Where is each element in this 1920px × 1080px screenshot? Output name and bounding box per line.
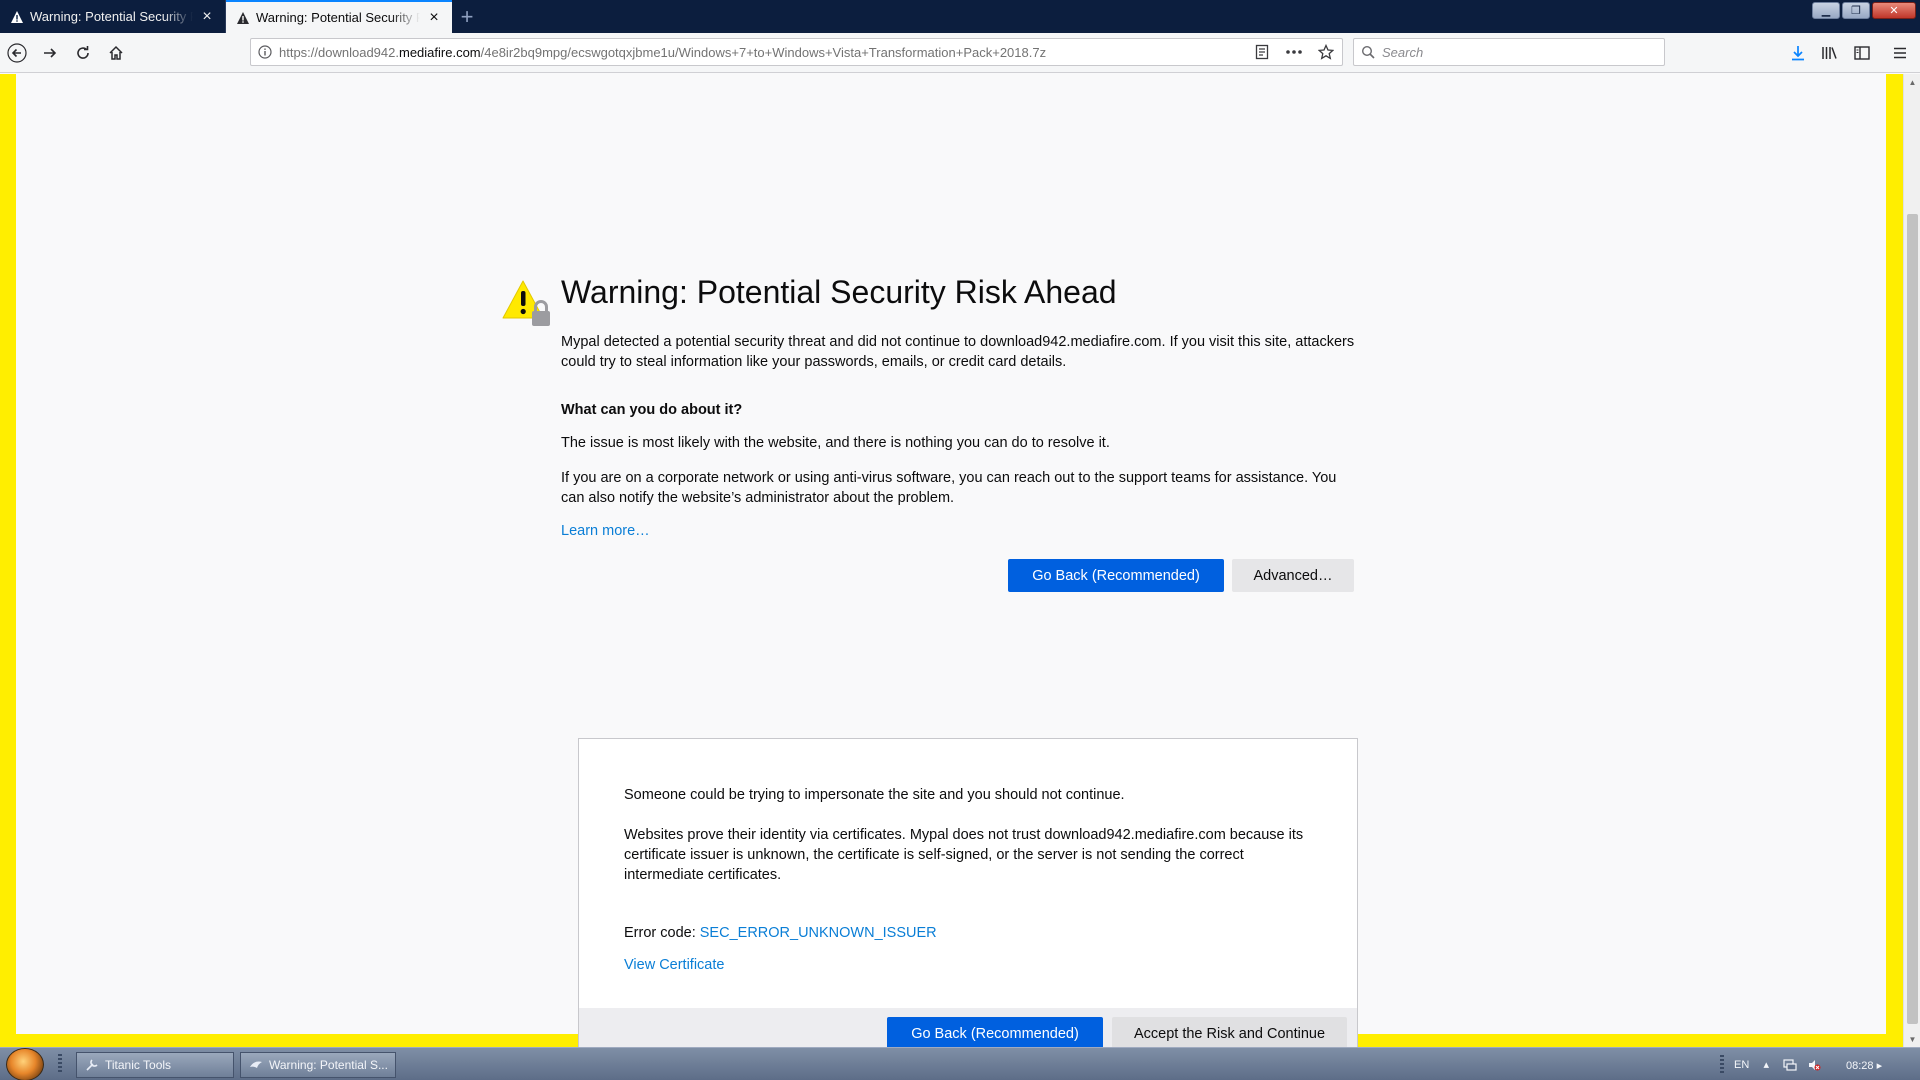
tab-warning-1[interactable]: Warning: Potential Security Risk Ahead × — [0, 0, 226, 33]
resolution-text-2: If you are on a corporate network or usi… — [561, 470, 1337, 506]
warning-section: Warning: Potential Security Risk Ahead M… — [502, 272, 1361, 592]
language-indicator[interactable]: EN — [1734, 1059, 1749, 1071]
download-arrow-icon — [1792, 46, 1804, 61]
page-title: Warning: Potential Security Risk Ahead — [561, 274, 1117, 310]
primary-button-row: Go Back (Recommended) Advanced… — [561, 559, 1354, 592]
tab-strip-empty-area — [482, 0, 1812, 33]
page-content: Warning: Potential Security Risk Ahead M… — [16, 74, 1886, 1060]
sidebar-icon — [1854, 46, 1870, 60]
vertical-scrollbar[interactable]: ▲ ▼ — [1903, 74, 1920, 1047]
back-arrow-icon — [7, 42, 27, 63]
warning-lock-icon — [501, 278, 551, 328]
close-tab-icon[interactable]: × — [426, 9, 442, 26]
scroll-down-arrow-icon[interactable]: ▼ — [1904, 1031, 1920, 1047]
go-back-button-secondary[interactable]: Go Back (Recommended) — [887, 1017, 1103, 1050]
home-button[interactable] — [100, 37, 132, 69]
scroll-up-arrow-icon[interactable]: ▲ — [1904, 74, 1920, 90]
advanced-button[interactable]: Advanced… — [1232, 559, 1354, 592]
reader-view-button[interactable] — [1246, 38, 1278, 66]
forward-button[interactable] — [34, 37, 66, 69]
learn-more-link[interactable]: Learn more… — [561, 523, 1361, 539]
error-code-label: Error code: — [624, 925, 696, 941]
downloads-button[interactable] — [1782, 37, 1814, 69]
tray-grip[interactable] — [1720, 1054, 1724, 1075]
reload-button[interactable] — [67, 37, 99, 69]
url-prefix: https://download942. — [279, 44, 399, 60]
accept-risk-button[interactable]: Accept the Risk and Continue — [1112, 1017, 1347, 1050]
more-horizontal-icon — [1286, 50, 1302, 54]
show-hidden-icons-arrow-icon[interactable]: ▴ — [1759, 1058, 1773, 1072]
advanced-panel: Someone could be trying to impersonate t… — [578, 738, 1358, 1060]
forward-arrow-icon — [44, 47, 57, 58]
close-window-button[interactable]: ✕ — [1872, 2, 1916, 19]
tab-title: Warning: Potential Security Risk Ahead — [30, 9, 193, 24]
tool-app-icon — [85, 1058, 99, 1072]
url-domain: mediafire.com — [398, 44, 481, 60]
home-icon — [109, 45, 123, 60]
warning-icon — [236, 11, 250, 25]
taskbar-item-titanic-tools[interactable]: Titanic Tools — [76, 1052, 234, 1078]
taskbar-item-browser[interactable]: Warning: Potential S... — [240, 1052, 396, 1078]
system-tray: EN ▴ — [1720, 1048, 1821, 1080]
sidebar-button[interactable] — [1846, 37, 1878, 69]
search-bar[interactable]: Search — [1353, 38, 1665, 66]
error-code-link[interactable]: SEC_ERROR_UNKNOWN_ISSUER — [700, 925, 937, 941]
go-back-button[interactable]: Go Back (Recommended) — [1008, 559, 1224, 592]
tab-warning-2[interactable]: Warning: Potential Security Risk Ahead × — [226, 0, 452, 33]
warning-intro-text: Mypal detected a potential security thre… — [561, 334, 1355, 370]
menu-button[interactable] — [1884, 37, 1916, 69]
star-icon — [1318, 44, 1334, 60]
site-info-icon[interactable] — [251, 45, 279, 59]
page-actions-button[interactable] — [1278, 38, 1310, 66]
navigation-toolbar: https://download942.mediafire.com/4e8ir2… — [0, 33, 1920, 73]
advanced-panel-body: Someone could be trying to impersonate t… — [579, 739, 1357, 973]
page-border: Warning: Potential Security Risk Ahead M… — [0, 74, 1920, 1060]
taskbar-item-label: Warning: Potential S... — [269, 1058, 388, 1072]
bookmark-star-button[interactable] — [1310, 38, 1342, 66]
taskbar-item-label: Titanic Tools — [105, 1058, 172, 1072]
reader-view-icon — [1255, 44, 1269, 60]
window-controls: ▁ ❐ ✕ — [1812, 0, 1920, 33]
scrollbar-thumb[interactable] — [1907, 214, 1918, 1024]
volume-muted-icon[interactable] — [1807, 1058, 1821, 1072]
url-bar[interactable]: https://download942.mediafire.com/4e8ir2… — [250, 38, 1343, 66]
taskbar: Titanic Tools Warning: Potential S... EN… — [0, 1047, 1920, 1080]
view-certificate-link[interactable]: View Certificate — [624, 957, 1312, 973]
restore-button[interactable]: ❐ — [1842, 2, 1870, 19]
url-text[interactable]: https://download942.mediafire.com/4e8ir2… — [279, 45, 1246, 60]
search-icon — [1354, 45, 1382, 59]
url-path: /4e8ir2bq9mpg/ecswgotqxjbme1u/Windows+7+… — [480, 44, 1047, 60]
close-tab-icon[interactable]: × — [199, 8, 215, 25]
clock-time: 08:28 — [1846, 1060, 1874, 1072]
minimize-button[interactable]: ▁ — [1812, 2, 1840, 19]
toolbar-right — [1782, 37, 1916, 69]
resolution-text-1: The issue is most likely with the websit… — [561, 435, 1110, 451]
network-icon[interactable] — [1783, 1058, 1797, 1072]
search-placeholder: Search — [1382, 44, 1424, 60]
reload-icon — [77, 45, 89, 59]
back-button[interactable] — [1, 37, 33, 69]
library-button[interactable] — [1814, 37, 1846, 69]
browser-app-icon — [249, 1058, 263, 1072]
clock[interactable]: 08:28 ▸ — [1846, 1059, 1882, 1072]
hamburger-menu-icon — [1894, 47, 1906, 59]
library-icon — [1822, 47, 1837, 59]
taskbar-grip[interactable] — [58, 1054, 62, 1074]
tab-title: Warning: Potential Security Risk Ahead — [256, 10, 420, 25]
tab-strip: Warning: Potential Security Risk Ahead ×… — [0, 0, 1920, 33]
impersonation-warning-text: Someone could be trying to impersonate t… — [624, 787, 1125, 803]
start-button[interactable] — [6, 1048, 44, 1080]
warning-icon — [10, 10, 24, 24]
new-tab-button[interactable]: + — [452, 0, 482, 33]
error-code-line: Error code: SEC_ERROR_UNKNOWN_ISSUER — [624, 925, 1312, 941]
what-can-you-do-heading: What can you do about it? — [561, 402, 743, 418]
certificate-explanation-text: Websites prove their identity via certif… — [624, 827, 1304, 883]
